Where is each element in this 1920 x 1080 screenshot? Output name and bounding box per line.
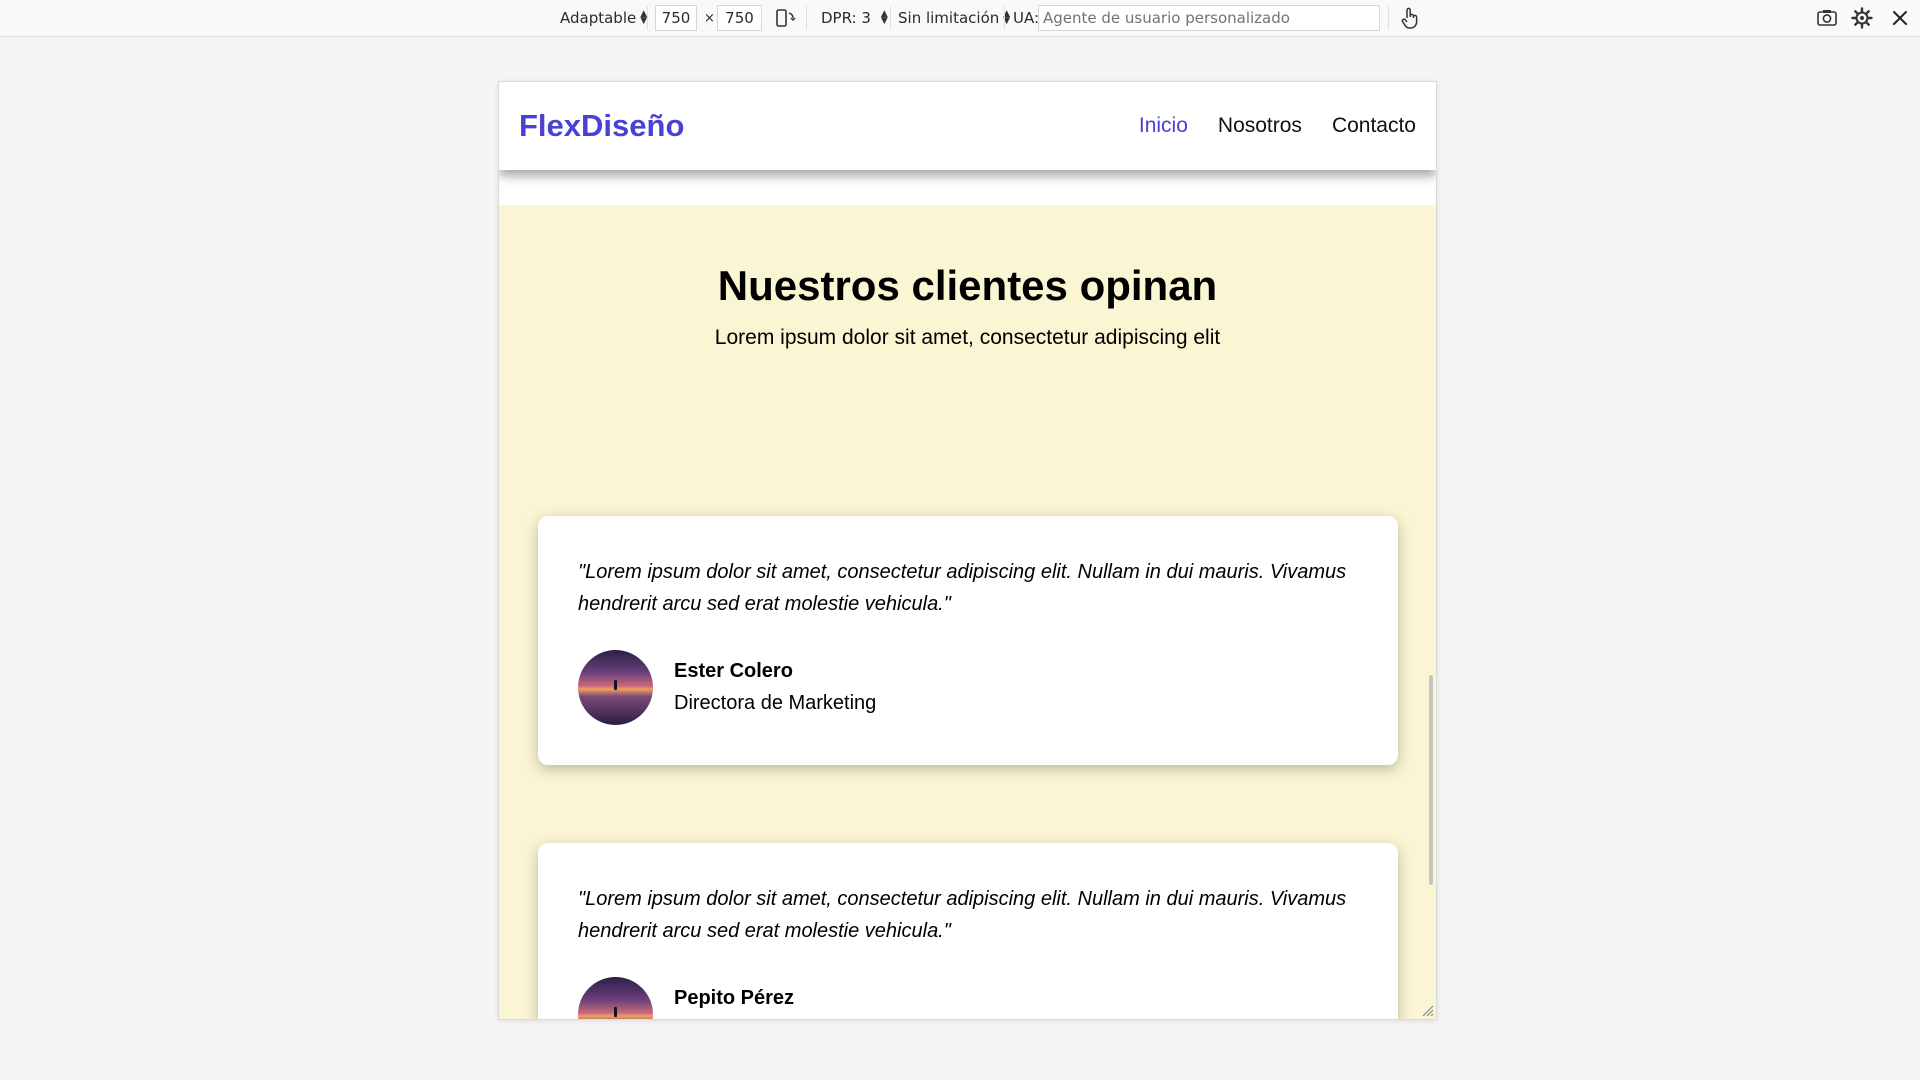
testimonials-section: Nuestros clientes opinan Lorem ipsum dol… [499, 205, 1436, 1019]
section-title: Nuestros clientes opinan [717, 262, 1218, 309]
nav-link-inicio[interactable]: Inicio [1139, 114, 1188, 138]
device-selector[interactable]: Adaptable ▲ ▼ [560, 0, 647, 36]
touch-simulation-icon[interactable] [1399, 0, 1421, 36]
avatar [578, 650, 653, 725]
close-icon[interactable] [1891, 0, 1909, 36]
viewport-width-input[interactable]: 750 [655, 5, 697, 31]
site-header: FlexDiseño Inicio Nosotros Contacto [499, 82, 1436, 170]
section-subtitle: Lorem ipsum dolor sit amet, consectetur … [714, 326, 1221, 349]
avatar [578, 977, 653, 1019]
author-info: Pepito Pérez Líder Técnico [674, 987, 795, 1019]
scrollbar-thumb[interactable] [1429, 675, 1433, 885]
user-agent-input[interactable]: Agente de usuario personalizado [1038, 5, 1380, 31]
network-throttle-selector[interactable]: Sin limitación ▲ ▼ [898, 0, 1010, 36]
dpr-selector-label: DPR: 3 [821, 9, 871, 27]
gear-icon[interactable] [1851, 0, 1873, 36]
author-name: Pepito Pérez [674, 987, 795, 1009]
network-throttle-label: Sin limitación [898, 9, 1000, 27]
nav-link-contacto[interactable]: Contacto [1332, 114, 1416, 138]
rotate-device-icon[interactable] [774, 0, 796, 36]
user-agent-label: UA: [1013, 9, 1040, 27]
testimonial-card: "Lorem ipsum dolor sit amet, consectetur… [538, 516, 1398, 765]
testimonial-quote: "Lorem ipsum dolor sit amet, consectetur… [578, 888, 1347, 942]
divider [1004, 6, 1005, 30]
responsive-design-toolbar: Adaptable ▲ ▼ 750 × 750 DPR: 3 ▲ ▼ Sin lim… [0, 0, 1920, 37]
device-selector-label: Adaptable [560, 9, 637, 27]
author-name: Ester Colero [674, 660, 793, 682]
nav-link-nosotros[interactable]: Nosotros [1218, 114, 1302, 138]
testimonial-author: Ester Colero Directora de Marketing [578, 650, 1358, 725]
resize-handle-icon[interactable] [1420, 1003, 1434, 1017]
divider [1388, 6, 1389, 30]
divider [647, 6, 648, 30]
divider [806, 6, 807, 30]
divider [890, 6, 891, 30]
viewport-height-input[interactable]: 750 [717, 5, 762, 31]
site-logo[interactable]: FlexDiseño [519, 108, 684, 144]
dropdown-arrows-icon: ▲ ▼ [880, 9, 888, 26]
emulated-viewport[interactable]: FlexDiseño Inicio Nosotros Contacto Nues… [499, 82, 1436, 1019]
testimonial-quote: "Lorem ipsum dolor sit amet, consectetur… [578, 561, 1347, 615]
author-role: Directora de Marketing [674, 692, 877, 714]
author-info: Ester Colero Directora de Marketing [674, 660, 876, 715]
testimonial-card: "Lorem ipsum dolor sit amet, consectetur… [538, 843, 1398, 1019]
testimonial-author: Pepito Pérez Líder Técnico [578, 977, 1358, 1019]
camera-icon[interactable] [1816, 0, 1838, 36]
main-nav: Inicio Nosotros Contacto [1139, 114, 1416, 138]
dimension-separator: × [704, 10, 715, 26]
dpr-selector[interactable]: DPR: 3 ▲ ▼ [821, 0, 888, 36]
